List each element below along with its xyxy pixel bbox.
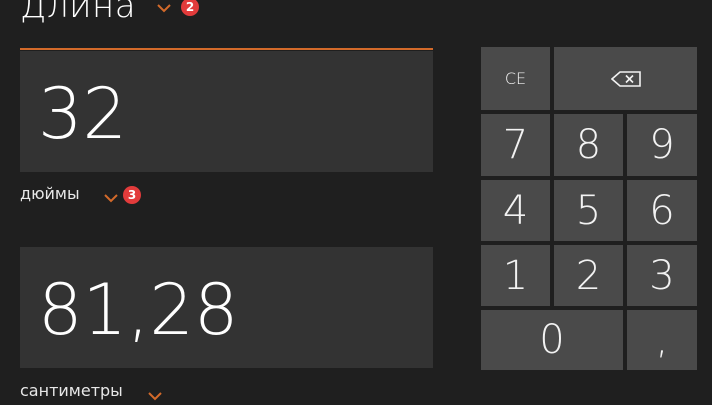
key-1[interactable]: 1 [481,245,550,306]
from-value: 32 [38,73,128,155]
to-value-field[interactable]: 81,28 [20,247,433,368]
from-value-field[interactable]: 32 [20,51,433,172]
clear-entry-button[interactable]: CE [481,47,550,110]
key-3[interactable]: 3 [627,245,697,306]
focus-underline [20,48,433,50]
key-9[interactable]: 9 [627,114,697,176]
decimal-separator-button[interactable]: , [627,310,697,370]
key-0[interactable]: 0 [481,310,623,370]
from-unit-selector[interactable]: дюймы [20,184,80,203]
key-7[interactable]: 7 [481,114,550,176]
annotation-badge: 3 [123,186,141,204]
category-title[interactable]: Длина [20,0,136,26]
key-5[interactable]: 5 [554,180,623,241]
to-unit-selector[interactable]: сантиметры [20,381,123,400]
backspace-icon [610,70,641,87]
chevron-down-icon[interactable] [104,188,118,203]
backspace-button[interactable] [554,47,697,110]
key-2[interactable]: 2 [554,245,623,306]
key-4[interactable]: 4 [481,180,550,241]
chevron-down-icon[interactable] [157,0,171,13]
key-8[interactable]: 8 [554,114,623,176]
to-value: 81,28 [38,269,239,351]
key-6[interactable]: 6 [627,180,697,241]
annotation-badge: 2 [181,0,199,16]
chevron-down-icon[interactable] [148,386,162,401]
